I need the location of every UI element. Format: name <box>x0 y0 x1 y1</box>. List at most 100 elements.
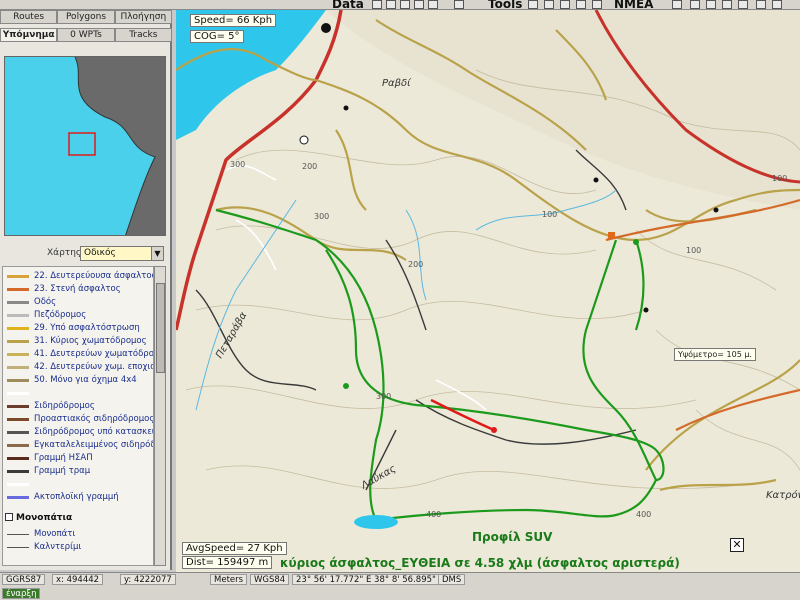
tab-navigation[interactable]: Πλοήγηση <box>114 10 172 24</box>
tab-polygons[interactable]: Polygons <box>57 10 115 24</box>
legend-item: Σιδηρόδρομος υπό κατασκευή <box>7 427 154 437</box>
elevation-label: 200 <box>302 162 318 171</box>
legend-label: 29. Υπό ασφαλτόστρωση <box>34 323 140 333</box>
legend-swatch <box>7 274 29 278</box>
legend-label: Προαστιακός σιδηρόδρομος <box>34 414 154 424</box>
route-track <box>215 208 665 522</box>
top-toolbar: Data Tools NMEA <box>0 0 800 11</box>
legend-swatch <box>7 287 29 291</box>
status-bar: GGRS87 x: 494442 y: 4222077 Meters WGS84… <box>0 572 800 600</box>
toolbar-button-icon[interactable] <box>772 0 782 9</box>
tab-row-bottom: Υπόμνημα 0 WPTs Tracks <box>0 28 172 42</box>
legend-label: 50. Μόνο για όχημα 4x4 <box>34 375 137 385</box>
chevron-down-icon[interactable]: ▼ <box>151 247 163 260</box>
toolbar-button-icon[interactable] <box>400 0 410 9</box>
map-canvas[interactable]: Speed= 66 Kph COG= 5° AvgSpeed= 27 Kph D… <box>176 10 800 572</box>
units-field: Meters <box>210 574 248 585</box>
y-coordinate: y: 4222077 <box>120 574 176 585</box>
lake <box>354 515 398 529</box>
x-coordinate: x: 494442 <box>52 574 104 585</box>
legend-label: 41. Δευτερεύων χωματόδρομος <box>34 349 154 359</box>
route-instruction: κύριος άσφαλτος_ΕΥΘΕΙΑ σε 4.58 χλμ (άσφα… <box>280 556 680 570</box>
map-drawing <box>176 10 800 529</box>
legend-swatch <box>7 391 29 395</box>
start-button[interactable]: έναρξη <box>2 588 41 599</box>
elevation-label: 100 <box>542 210 558 219</box>
legend-list: 22. Δευτερεύουσα άσφαλτος 23. Στενή άσφαλ… <box>2 266 154 566</box>
toolbar-button-icon[interactable] <box>756 0 766 9</box>
map-selector-label: Χάρτης <box>47 248 82 258</box>
legend-item: 41. Δευτερεύων χωματόδρομος <box>7 349 154 359</box>
legend-group-header[interactable]: Μονοπάτια <box>5 513 72 523</box>
legend-scrollbar[interactable] <box>154 266 166 566</box>
legend-swatch <box>7 313 29 317</box>
flag-icon[interactable] <box>592 0 602 9</box>
legend-item: Καλντερίμι <box>7 542 81 552</box>
legend-swatch <box>7 430 29 434</box>
elevation-label: 100 <box>772 174 788 183</box>
toolbar-button-icon[interactable] <box>372 0 382 9</box>
dirt-tracks <box>195 149 637 491</box>
lock-icon[interactable] <box>576 0 586 9</box>
elevation-label: 400 <box>426 510 442 519</box>
viewport-marker <box>68 132 96 156</box>
legend-label: 31. Κύριος χωματόδρομος <box>34 336 147 346</box>
legend-item: Σιδηρόδρομος <box>7 401 95 411</box>
tab-legend[interactable]: Υπόμνημα <box>0 28 58 42</box>
grid-icon[interactable] <box>544 0 554 9</box>
map-selector-dropdown[interactable]: Οδικός ▼ <box>80 246 164 261</box>
legend-item: Μονοπάτι <box>7 529 75 539</box>
legend-label: Μονοπάτι <box>34 529 76 539</box>
legend-swatch <box>7 533 29 535</box>
toolbar-button-icon[interactable] <box>428 0 438 9</box>
legend-item: 29. Υπό ασφαλτόστρωση <box>7 323 140 333</box>
legend-label: Σιδηρόδρομος υπό κατασκευή <box>34 427 154 437</box>
place-label: Ραβδί <box>382 78 411 89</box>
toolbar-button-icon[interactable] <box>414 0 424 9</box>
elevation-label: 200 <box>408 260 424 269</box>
elevation-label: 400 <box>636 510 652 519</box>
legend-label: Σιδηρόδρομος <box>34 401 95 411</box>
map-icon[interactable] <box>528 0 538 9</box>
legend-swatch <box>7 495 29 499</box>
legend-swatch <box>7 352 29 356</box>
legend-item: 31. Κύριος χωματόδρομος <box>7 336 147 346</box>
legend-label: 22. Δευτερεύουσα άσφαλτος <box>34 271 154 281</box>
legend-item: 23. Στενή άσφαλτος <box>7 284 121 294</box>
tab-tracks[interactable]: Tracks <box>114 28 172 42</box>
legend-item: 42. Δευτερεύων χωμ. εποχιακός <box>7 362 153 372</box>
scrollbar-thumb[interactable] <box>156 283 165 373</box>
info-icon[interactable] <box>560 0 570 9</box>
datum-field: WGS84 <box>250 574 290 585</box>
legend-item <box>7 388 34 398</box>
tab-waypoints[interactable]: 0 WPTs <box>57 28 115 42</box>
format-field: DMS <box>438 574 466 585</box>
legend-swatch <box>7 469 29 473</box>
tab-routes[interactable]: Routes <box>0 10 58 24</box>
toolbar-button-icon[interactable] <box>722 0 732 9</box>
toolbar-button-icon[interactable] <box>738 0 748 9</box>
map-selector-value: Οδικός <box>84 248 116 258</box>
legend-swatch <box>7 378 29 382</box>
legend-label: 23. Στενή άσφαλτος <box>34 284 121 294</box>
settings-icon[interactable] <box>690 0 700 9</box>
toolbar-button-icon[interactable] <box>706 0 716 9</box>
legend-swatch <box>7 546 29 548</box>
overview-map[interactable] <box>4 56 166 236</box>
toolbar-button-icon[interactable] <box>454 0 464 9</box>
legend-item: Γραμμή τραμ <box>7 466 90 476</box>
legend-swatch <box>7 482 29 486</box>
legend-label: Γραμμή ΗΣΑΠ <box>34 453 93 463</box>
checkbox[interactable] <box>5 513 13 521</box>
map-selector-row: Χάρτης Οδικός ▼ <box>2 246 168 262</box>
legend-swatch <box>7 404 29 408</box>
cog-readout: COG= 5° <box>190 30 244 43</box>
toolbar-button-icon[interactable] <box>386 0 396 9</box>
side-panel: Routes Polygons Πλοήγηση Υπόμνημα 0 WPTs… <box>0 10 172 570</box>
legend-label: Οδός <box>34 297 57 307</box>
distance-readout: Dist= 159497 m <box>182 556 273 569</box>
altitude-callout: Υψόμετρο= 105 μ. <box>674 348 756 361</box>
close-icon[interactable]: ✕ <box>730 538 744 552</box>
gps-icon[interactable] <box>672 0 682 9</box>
legend-item: Εγκαταλελειμμένος σιδηρόδρομος <box>7 440 153 450</box>
